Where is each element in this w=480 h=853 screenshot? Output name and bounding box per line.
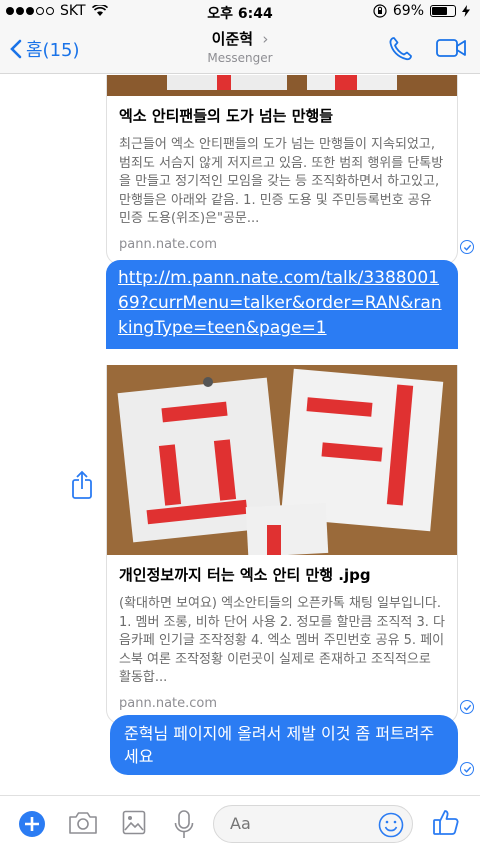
chevron-right-icon: ›: [262, 30, 269, 48]
phone-icon[interactable]: [388, 36, 412, 62]
nav-actions: [388, 36, 466, 62]
voice-button[interactable]: [174, 810, 194, 844]
seen-check-icon: [460, 240, 474, 254]
preview-description: 최근들어 엑소 안티팬들의 도가 넘는 만행들이 지속되었고, 범죄도 서슴지 …: [119, 137, 444, 226]
status-bar: SKT 오후 6:44 69%: [0, 0, 480, 24]
orientation-lock-icon: [373, 4, 387, 18]
seen-check-icon: [460, 762, 474, 776]
camera-icon: [69, 812, 97, 834]
share-button[interactable]: [70, 470, 94, 504]
plus-icon: [19, 811, 45, 837]
preview-body: 엑소 안티팬들의 도가 넘는 만행들 최근들어 엑소 안티팬들의 도가 넘는 만…: [107, 96, 457, 264]
message-list[interactable]: 엑소 안티팬들의 도가 넘는 만행들 최근들어 엑소 안티팬들의 도가 넘는 만…: [0, 75, 480, 795]
preview-image: [107, 365, 457, 555]
add-button[interactable]: [18, 810, 46, 842]
camera-button[interactable]: [68, 810, 98, 840]
microphone-icon: [174, 810, 194, 838]
battery-icon: [430, 5, 456, 17]
gallery-button[interactable]: [122, 810, 146, 840]
preview-body: 개인정보까지 터는 엑소 안티 만행 .jpg (확대하면 보여요) 엑소안티들…: [107, 555, 457, 723]
link-preview-card[interactable]: 개인정보까지 터는 엑소 안티 만행 .jpg (확대하면 보여요) 엑소안티들…: [106, 365, 458, 724]
link-preview-card[interactable]: 엑소 안티팬들의 도가 넘는 만행들 최근들어 엑소 안티팬들의 도가 넘는 만…: [106, 75, 458, 265]
like-button[interactable]: [432, 808, 460, 840]
compose-toolbar: [0, 795, 480, 853]
thumbs-up-icon: [433, 810, 459, 835]
battery-percent: 69%: [392, 3, 424, 19]
seen-check-icon: [460, 700, 474, 714]
message-composer[interactable]: [213, 805, 413, 843]
preview-image: [107, 75, 457, 96]
sent-message-bubble[interactable]: 준혁님 페이지에 올려서 제발 이것 좀 퍼트려주세요: [110, 715, 458, 775]
share-icon: [72, 470, 92, 499]
preview-source: pann.nate.com: [119, 695, 218, 711]
preview-description: (확대하면 보여요) 엑소안티들의 오픈카톡 채팅 일부입니다. 1. 멤버 조…: [119, 596, 445, 685]
preview-title: 개인정보까지 터는 엑소 안티 만행 .jpg: [119, 566, 371, 584]
charging-icon: [462, 5, 470, 17]
status-right: 69%: [373, 3, 470, 19]
message-link[interactable]: http://m.pann.nate.com/talk/338800169?cu…: [118, 266, 446, 341]
link-message-bubble[interactable]: http://m.pann.nate.com/talk/338800169?cu…: [106, 260, 458, 349]
nav-bar: 홈(15) 이준혁 › Messenger: [0, 24, 480, 74]
message-input[interactable]: [230, 814, 370, 833]
contact-name: 이준혁: [211, 30, 254, 48]
preview-title: 엑소 안티팬들의 도가 넘는 만행들: [119, 107, 334, 125]
image-icon: [122, 810, 146, 835]
preview-source: pann.nate.com: [119, 236, 218, 252]
emoji-icon[interactable]: [378, 812, 404, 838]
video-call-icon[interactable]: [436, 36, 466, 60]
